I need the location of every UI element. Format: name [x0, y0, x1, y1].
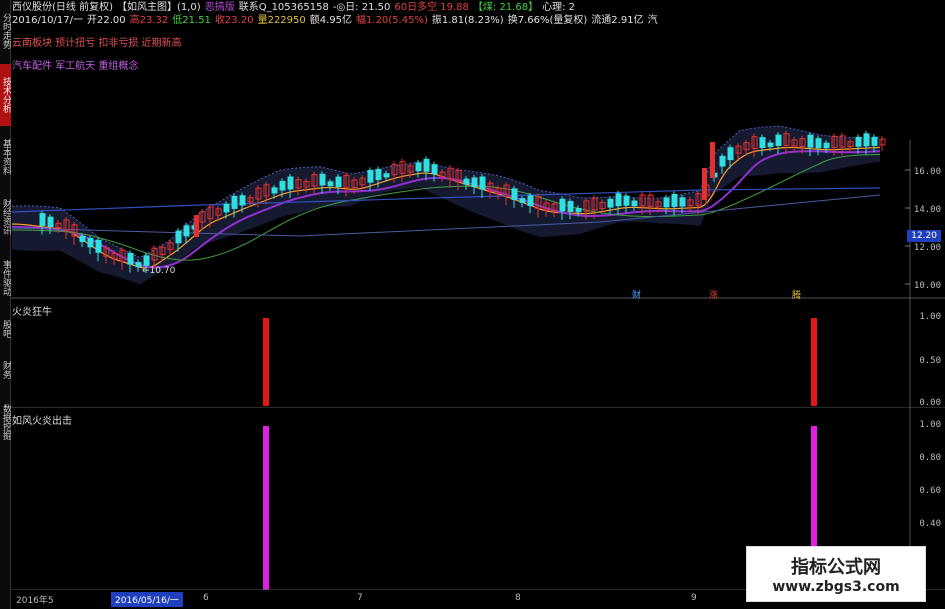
panel1-signal-bar: [263, 318, 269, 406]
candle-body: [471, 177, 478, 188]
date-label-aug: 8: [515, 593, 521, 603]
candle-body: [335, 176, 342, 188]
candle-body: [383, 173, 390, 178]
candle-body: [431, 164, 438, 175]
breakout-candle: [702, 168, 707, 200]
candle-body: [567, 200, 574, 212]
candle-body: [79, 235, 86, 243]
candlestick-chart[interactable]: [0, 0, 945, 300]
candle-body: [575, 207, 582, 213]
panel1-tick-1: 1.00: [919, 312, 941, 322]
candle-body: [95, 239, 102, 253]
candle-body: [559, 198, 566, 212]
current-price-tag: 12.20: [907, 230, 941, 242]
candle-body: [759, 137, 766, 149]
panel2-signal-bar: [263, 426, 269, 590]
watermark-title: 指标公式网: [791, 557, 881, 578]
candle-body: [855, 136, 862, 147]
candle-body: [271, 187, 278, 194]
candle-body: [87, 237, 94, 248]
watermark-logo: 指标公式网 www.zbgs3.com: [746, 546, 926, 602]
panel1-tick-0: 0.00: [919, 398, 941, 408]
panel2-tick-08: 0.80: [919, 453, 941, 463]
price-tick-12: 12.00: [913, 243, 941, 253]
candle-body: [815, 138, 822, 149]
panel2-tick-06: 0.60: [919, 486, 941, 496]
candle-body: [671, 193, 678, 207]
candle-body: [287, 176, 294, 190]
date-label-sep: 9: [691, 593, 697, 603]
candle-body: [327, 181, 334, 187]
candle-body: [239, 195, 246, 206]
panel1-title: 火炎狂牛: [12, 307, 52, 318]
candle-body: [423, 158, 430, 172]
candle-body: [319, 173, 326, 186]
candle-body: [807, 134, 814, 148]
candle-body: [135, 262, 142, 268]
candle-body: [767, 142, 774, 147]
candle-body: [823, 142, 830, 149]
date-label-may: 2016年5: [16, 596, 54, 606]
panel1-tick-05: 0.50: [919, 356, 941, 366]
candle-body: [663, 197, 670, 208]
price-tick-10: 10.00: [913, 281, 941, 291]
indicator-panel-1[interactable]: [0, 298, 945, 408]
price-tick-16: 16.00: [913, 167, 941, 177]
low-price-annotation: ←10.70: [142, 266, 176, 276]
panel2-tick-1: 1.00: [919, 420, 941, 430]
panel2-title: 如风火炎出击: [12, 416, 72, 427]
candle-body: [871, 136, 878, 146]
candle-body: [511, 188, 518, 200]
candle-body: [375, 169, 382, 181]
breakout-candle-2: [710, 142, 715, 178]
candle-body: [863, 133, 870, 147]
selected-date[interactable]: 2016/05/16/一: [111, 592, 183, 607]
panel1-signal-bar: [811, 318, 817, 406]
candle-body: [223, 203, 230, 213]
candle-body: [679, 197, 686, 207]
candle-body: [527, 195, 534, 206]
watermark-url: www.zbgs3.com: [772, 579, 900, 595]
candle-body: [463, 178, 470, 185]
candle-body: [143, 255, 150, 266]
candle-body: [607, 198, 614, 208]
price-tick-14: 14.00: [913, 205, 941, 215]
panel2-tick-04: 0.40: [919, 519, 941, 529]
date-label-jun: 6: [203, 593, 209, 603]
candle-body: [175, 230, 182, 244]
candle-body: [775, 134, 782, 147]
candle-body: [519, 198, 526, 203]
date-label-jul: 7: [357, 593, 363, 603]
rally-candle: [194, 215, 199, 237]
candle-body: [231, 195, 238, 209]
candle-body: [415, 162, 422, 172]
candle-body: [479, 176, 486, 190]
candle-body: [183, 225, 190, 237]
candle-body: [279, 180, 286, 191]
candle-body: [367, 169, 374, 183]
price-cloud-band: [12, 126, 880, 285]
candle-body: [727, 147, 734, 161]
candle-body: [39, 213, 46, 226]
candle-body: [719, 155, 726, 167]
candle-body: [631, 200, 638, 207]
ma-trend-line: [11, 194, 881, 237]
candle-body: [47, 216, 54, 228]
candle-body: [127, 252, 134, 265]
candle-body: [615, 193, 622, 207]
candle-body: [623, 195, 630, 206]
